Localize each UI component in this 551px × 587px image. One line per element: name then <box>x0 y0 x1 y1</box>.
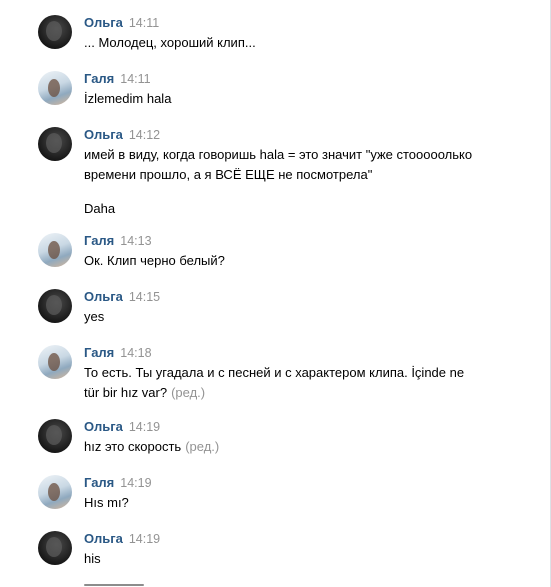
avatar[interactable] <box>38 71 72 105</box>
message-text: İzlemedim hala <box>84 89 484 109</box>
author-name[interactable]: Ольга <box>84 289 123 304</box>
message-time[interactable]: 14:18 <box>120 346 151 360</box>
message-body: İzlemedim hala <box>84 91 172 106</box>
message-body: То есть. Ты угадала и с песней и с харак… <box>84 365 465 400</box>
avatar[interactable] <box>38 289 72 323</box>
message-time[interactable]: 14:15 <box>129 290 160 304</box>
message-header: Галя 14:18 <box>84 345 152 361</box>
author-name[interactable]: Ольга <box>84 127 123 142</box>
message-body: his <box>84 551 101 566</box>
message-header: Галя 14:19 <box>84 475 152 491</box>
message-body: имей в виду, когда говоришь hala = это з… <box>84 147 473 182</box>
avatar[interactable] <box>38 233 72 267</box>
message-body: ... Молодец, хороший клип... <box>84 35 256 50</box>
message-body: yes <box>84 309 105 324</box>
message-time[interactable]: 14:11 <box>129 16 159 30</box>
avatar[interactable] <box>38 419 72 453</box>
message-time[interactable]: 14:19 <box>120 476 151 490</box>
message-body: Ок. Клип черно белый? <box>84 253 225 268</box>
message-text: his <box>84 549 484 569</box>
message-header: Галя 14:13 <box>84 233 152 249</box>
message-text: Ок. Клип черно белый? <box>84 251 484 271</box>
message-time[interactable]: 14:11 <box>120 72 150 86</box>
author-name[interactable]: Галя <box>84 345 114 360</box>
author-name[interactable]: Ольга <box>84 531 123 546</box>
edited-label[interactable]: (ред.) <box>171 385 205 400</box>
next-message-fragment <box>84 579 144 587</box>
message-time[interactable]: 14:19 <box>129 420 160 434</box>
avatar[interactable] <box>38 15 72 49</box>
message-body-extra: Daha <box>84 201 116 216</box>
message-text: То есть. Ты угадала и с песней и с харак… <box>84 363 476 403</box>
message-text: hız это скорость (ред.) <box>84 437 484 457</box>
avatar[interactable] <box>38 475 72 509</box>
avatar[interactable] <box>38 345 72 379</box>
message-header: Ольга 14:12 <box>84 127 160 143</box>
message-header: Ольга 14:19 <box>84 531 160 547</box>
message-text: yes <box>84 307 484 327</box>
message-body: hız это скорость <box>84 439 182 454</box>
avatar[interactable] <box>38 127 72 161</box>
author-name[interactable]: Галя <box>84 233 114 248</box>
author-name[interactable]: Ольга <box>84 15 123 30</box>
avatar[interactable] <box>38 531 72 565</box>
author-name[interactable]: Ольга <box>84 419 123 434</box>
edited-label[interactable]: (ред.) <box>185 439 219 454</box>
author-name[interactable]: Галя <box>84 475 114 490</box>
message-time[interactable]: 14:12 <box>129 128 160 142</box>
message-text: имей в виду, когда говоришь hala = это з… <box>84 145 479 219</box>
message-header: Ольга 14:11 <box>84 15 159 31</box>
message-header: Галя 14:11 <box>84 71 151 87</box>
message-time[interactable]: 14:13 <box>120 234 151 248</box>
message-header: Ольга 14:15 <box>84 289 160 305</box>
message-text: ... Молодец, хороший клип... <box>84 33 484 53</box>
message-text: Hıs mı? <box>84 493 484 513</box>
author-name[interactable]: Галя <box>84 71 114 86</box>
message-time[interactable]: 14:19 <box>129 532 160 546</box>
message-header: Ольга 14:19 <box>84 419 160 435</box>
message-body: Hıs mı? <box>84 495 129 510</box>
